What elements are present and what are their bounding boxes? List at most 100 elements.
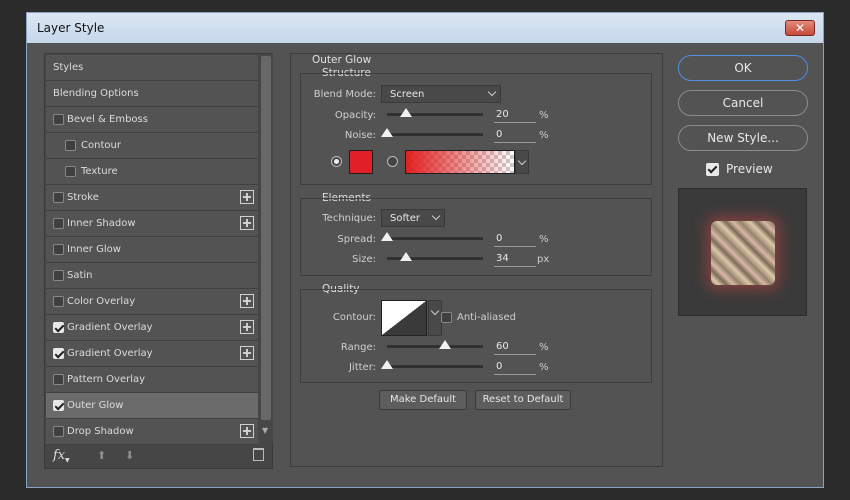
size-unit: px: [537, 254, 550, 265]
size-input[interactable]: 34: [494, 253, 536, 267]
range-label: Range:: [340, 342, 376, 353]
add-effect-icon[interactable]: [240, 190, 254, 204]
contour-preview[interactable]: [381, 300, 427, 336]
spread-unit: %: [539, 234, 549, 245]
opacity-input[interactable]: 20: [494, 109, 536, 123]
noise-unit: %: [539, 130, 549, 141]
style-item-checkbox[interactable]: [53, 426, 64, 437]
close-button[interactable]: ✕: [785, 20, 815, 36]
style-item-outer-glow[interactable]: Outer Glow: [46, 393, 258, 419]
style-item-stroke[interactable]: Stroke: [46, 185, 258, 211]
style-item-bevel-emboss[interactable]: Bevel & Emboss: [46, 107, 258, 133]
blend-mode-select[interactable]: Screen: [381, 85, 501, 103]
style-item-blending-options[interactable]: Blending Options: [46, 81, 258, 107]
style-item-styles[interactable]: Styles: [46, 55, 258, 81]
preview-label: Preview: [726, 162, 773, 176]
style-item-checkbox[interactable]: [53, 270, 64, 281]
title-bar: Layer Style ✕: [27, 13, 823, 43]
technique-label: Technique:: [322, 213, 376, 224]
noise-slider-handle[interactable]: [381, 128, 393, 137]
gradient-dropdown[interactable]: [515, 150, 529, 174]
style-item-checkbox[interactable]: [53, 192, 64, 203]
opacity-slider-handle[interactable]: [400, 108, 413, 117]
scroll-down-icon[interactable]: ▼: [262, 426, 268, 435]
blend-mode-label: Blend Mode:: [313, 89, 376, 100]
add-effect-icon[interactable]: [240, 346, 254, 360]
noise-input[interactable]: 0: [494, 129, 536, 143]
jitter-input[interactable]: 0: [494, 361, 536, 375]
style-item-checkbox[interactable]: [53, 374, 64, 385]
style-item-drop-shadow[interactable]: Drop Shadow: [46, 419, 258, 445]
add-effect-icon[interactable]: [240, 216, 254, 230]
contour-dropdown[interactable]: [428, 300, 442, 336]
style-item-gradient-overlay[interactable]: Gradient Overlay: [46, 315, 258, 341]
style-item-label: Pattern Overlay: [67, 374, 146, 385]
add-effect-icon[interactable]: [240, 424, 254, 438]
technique-value: Softer: [390, 213, 420, 224]
reset-default-button[interactable]: Reset to Default: [475, 390, 571, 410]
spread-input[interactable]: 0: [494, 233, 536, 247]
style-item-label: Contour: [81, 140, 121, 151]
style-item-label: Gradient Overlay: [67, 322, 153, 333]
layer-style-dialog: Layer Style ✕ Styles Blending Options Beve…: [26, 12, 824, 488]
add-effect-icon[interactable]: [240, 320, 254, 334]
style-item-checkbox[interactable]: [65, 166, 76, 177]
scrollbar-thumb[interactable]: [261, 56, 271, 420]
cancel-button[interactable]: Cancel: [678, 90, 808, 116]
style-item-color-overlay[interactable]: Color Overlay: [46, 289, 258, 315]
new-style-button[interactable]: New Style...: [678, 125, 808, 151]
chevron-down-icon: [431, 211, 441, 221]
glow-gradient-swatch[interactable]: [405, 150, 515, 174]
range-slider[interactable]: [387, 340, 483, 349]
style-item-label: Bevel & Emboss: [67, 114, 148, 125]
ok-button[interactable]: OK: [678, 55, 808, 81]
spread-label: Spread:: [337, 234, 376, 245]
style-item-label: Texture: [81, 166, 118, 177]
style-item-checkbox[interactable]: [53, 348, 64, 359]
move-down-icon[interactable]: ⬇: [125, 449, 134, 462]
spread-slider-handle[interactable]: [381, 232, 393, 241]
style-item-texture[interactable]: Texture: [46, 159, 258, 185]
move-up-icon[interactable]: ⬆: [97, 449, 106, 462]
style-item-checkbox[interactable]: [53, 322, 64, 333]
style-item-pattern-overlay[interactable]: Pattern Overlay: [46, 367, 258, 393]
range-slider-handle[interactable]: [438, 340, 451, 349]
style-item-gradient-overlay[interactable]: Gradient Overlay: [46, 341, 258, 367]
style-item-label: Color Overlay: [67, 296, 136, 307]
glow-color-swatch[interactable]: [349, 150, 373, 174]
style-item-checkbox[interactable]: [53, 244, 64, 255]
fx-button[interactable]: fx: [53, 448, 65, 463]
style-item-checkbox[interactable]: [53, 296, 64, 307]
style-item-inner-glow[interactable]: Inner Glow: [46, 237, 258, 263]
size-slider-handle[interactable]: [400, 252, 413, 261]
style-item-checkbox[interactable]: [53, 400, 64, 411]
jitter-slider[interactable]: [381, 360, 483, 369]
anti-aliased-checkbox[interactable]: [441, 312, 452, 323]
gradient-radio[interactable]: [387, 156, 398, 167]
preview-checkbox[interactable]: [706, 163, 719, 176]
opacity-label: Opacity:: [334, 110, 376, 121]
jitter-slider-handle[interactable]: [381, 360, 393, 369]
noise-slider[interactable]: [381, 128, 483, 137]
outer-glow-title: Outer Glow: [312, 54, 372, 66]
add-effect-icon[interactable]: [240, 294, 254, 308]
dialog-title: Layer Style: [37, 21, 105, 35]
style-item-contour[interactable]: Contour: [46, 133, 258, 159]
style-item-checkbox[interactable]: [65, 140, 76, 151]
range-input[interactable]: 60: [494, 341, 536, 355]
trash-icon[interactable]: [253, 448, 264, 461]
style-preview: [678, 188, 807, 316]
make-default-button[interactable]: Make Default: [379, 390, 467, 410]
size-slider[interactable]: [387, 252, 483, 261]
spread-slider[interactable]: [381, 232, 483, 241]
preview-thumbnail: [711, 221, 775, 285]
style-item-satin[interactable]: Satin: [46, 263, 258, 289]
range-unit: %: [539, 342, 549, 353]
technique-select[interactable]: Softer: [381, 209, 445, 227]
styles-scrollbar[interactable]: ▼: [259, 54, 273, 442]
color-radio[interactable]: [331, 156, 342, 167]
opacity-slider[interactable]: [387, 108, 483, 117]
style-item-inner-shadow[interactable]: Inner Shadow: [46, 211, 258, 237]
style-item-checkbox[interactable]: [53, 218, 64, 229]
style-item-checkbox[interactable]: [53, 114, 64, 125]
